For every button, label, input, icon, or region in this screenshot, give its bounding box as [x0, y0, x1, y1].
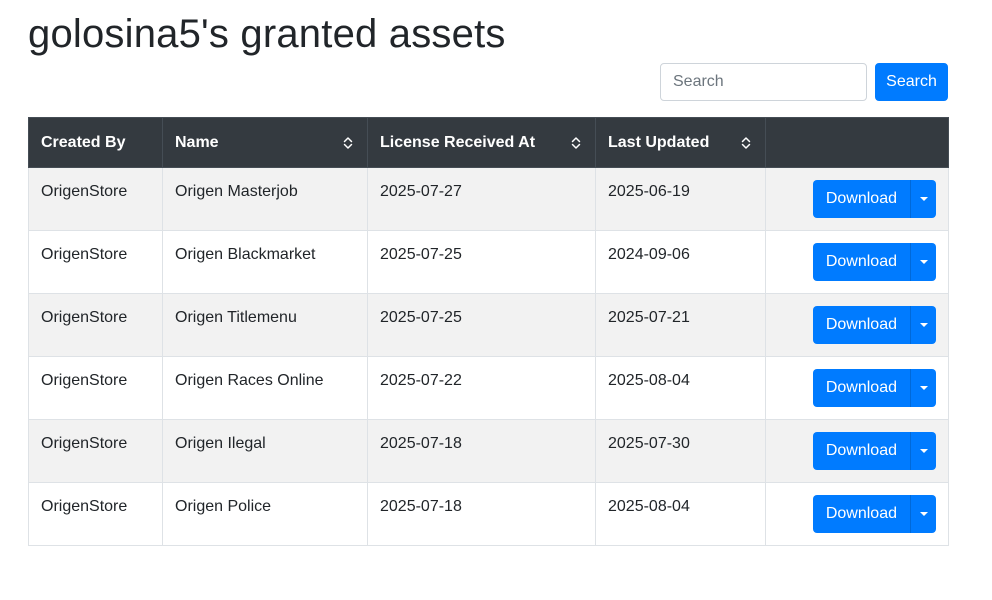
- cell-actions: Download: [765, 419, 949, 483]
- search-button[interactable]: Search: [875, 63, 948, 101]
- column-header-actions: [765, 117, 949, 168]
- cell-last-updated: 2025-06-19: [595, 167, 766, 231]
- caret-down-icon: [919, 260, 928, 264]
- header-row: Created By Name License Received At Last Up…: [28, 117, 949, 168]
- column-header-label: Created By: [41, 133, 126, 151]
- download-button[interactable]: Download: [812, 369, 910, 407]
- cell-license-received-at: 2025-07-25: [367, 293, 596, 357]
- cell-license-received-at: 2025-07-18: [367, 482, 596, 546]
- search-bar: Search: [660, 63, 948, 101]
- cell-created-by: OrigenStore: [28, 419, 163, 483]
- table-body: OrigenStore Origen Masterjob 2025-07-27 202…: [28, 167, 949, 546]
- caret-down-icon: [919, 512, 928, 516]
- download-dropdown-toggle[interactable]: [910, 369, 936, 407]
- column-header-license-received-at[interactable]: License Received At: [367, 117, 596, 168]
- cell-last-updated: 2025-07-30: [595, 419, 766, 483]
- download-button-group: Download: [812, 432, 936, 470]
- download-button-group: Download: [812, 369, 936, 407]
- page-title: golosina5's granted assets: [28, 12, 506, 56]
- column-header-label: Name: [175, 133, 219, 151]
- cell-license-received-at: 2025-07-27: [367, 167, 596, 231]
- caret-down-icon: [919, 386, 928, 390]
- column-header-name[interactable]: Name: [162, 117, 368, 168]
- download-dropdown-toggle[interactable]: [910, 306, 936, 344]
- download-dropdown-toggle[interactable]: [910, 243, 936, 281]
- table-row: OrigenStore Origen Ilegal 2025-07-18 2025-0…: [28, 419, 949, 483]
- cell-last-updated: 2024-09-06: [595, 230, 766, 294]
- sort-icon[interactable]: [343, 136, 353, 150]
- caret-down-icon: [919, 197, 928, 201]
- cell-license-received-at: 2025-07-25: [367, 230, 596, 294]
- download-button[interactable]: Download: [812, 306, 910, 344]
- cell-name: Origen Titlemenu: [162, 293, 368, 357]
- column-header-last-updated[interactable]: Last Updated: [595, 117, 766, 168]
- cell-actions: Download: [765, 356, 949, 420]
- cell-created-by: OrigenStore: [28, 482, 163, 546]
- table-row: OrigenStore Origen Masterjob 2025-07-27 202…: [28, 167, 949, 231]
- caret-down-icon: [919, 323, 928, 327]
- cell-name: Origen Masterjob: [162, 167, 368, 231]
- cell-created-by: OrigenStore: [28, 167, 163, 231]
- sort-icon[interactable]: [571, 136, 581, 150]
- table-row: OrigenStore Origen Police 2025-07-18 2025-0…: [28, 482, 949, 546]
- cell-actions: Download: [765, 230, 949, 294]
- cell-name: Origen Police: [162, 482, 368, 546]
- page: golosina5's granted assets Search Create…: [0, 0, 992, 600]
- cell-license-received-at: 2025-07-18: [367, 419, 596, 483]
- column-header-created-by: Created By: [28, 117, 163, 168]
- table-row: OrigenStore Origen Titlemenu 2025-07-25 202…: [28, 293, 949, 357]
- cell-name: Origen Blackmarket: [162, 230, 368, 294]
- cell-name: Origen Ilegal: [162, 419, 368, 483]
- sort-icon[interactable]: [741, 136, 751, 150]
- cell-license-received-at: 2025-07-22: [367, 356, 596, 420]
- download-button[interactable]: Download: [812, 495, 910, 533]
- download-dropdown-toggle[interactable]: [910, 180, 936, 218]
- download-button-group: Download: [812, 180, 936, 218]
- cell-actions: Download: [765, 482, 949, 546]
- download-button[interactable]: Download: [812, 180, 910, 218]
- column-header-label: License Received At: [380, 133, 536, 151]
- download-button-group: Download: [812, 495, 936, 533]
- download-dropdown-toggle[interactable]: [910, 495, 936, 533]
- cell-name: Origen Races Online: [162, 356, 368, 420]
- column-header-label: Last Updated: [608, 133, 710, 151]
- download-button[interactable]: Download: [812, 432, 910, 470]
- cell-last-updated: 2025-08-04: [595, 356, 766, 420]
- download-button-group: Download: [812, 243, 936, 281]
- cell-created-by: OrigenStore: [28, 293, 163, 357]
- download-button[interactable]: Download: [812, 243, 910, 281]
- cell-created-by: OrigenStore: [28, 230, 163, 294]
- cell-last-updated: 2025-07-21: [595, 293, 766, 357]
- table-row: OrigenStore Origen Races Online 2025-07-22…: [28, 356, 949, 420]
- search-input[interactable]: [660, 63, 867, 101]
- cell-created-by: OrigenStore: [28, 356, 163, 420]
- cell-last-updated: 2025-08-04: [595, 482, 766, 546]
- cell-actions: Download: [765, 293, 949, 357]
- assets-table: Created By Name License Received At Last Up…: [28, 117, 949, 546]
- caret-down-icon: [919, 449, 928, 453]
- table-header: Created By Name License Received At Last Up…: [28, 117, 949, 168]
- table-row: OrigenStore Origen Blackmarket 2025-07-25 2…: [28, 230, 949, 294]
- cell-actions: Download: [765, 167, 949, 231]
- download-button-group: Download: [812, 306, 936, 344]
- download-dropdown-toggle[interactable]: [910, 432, 936, 470]
